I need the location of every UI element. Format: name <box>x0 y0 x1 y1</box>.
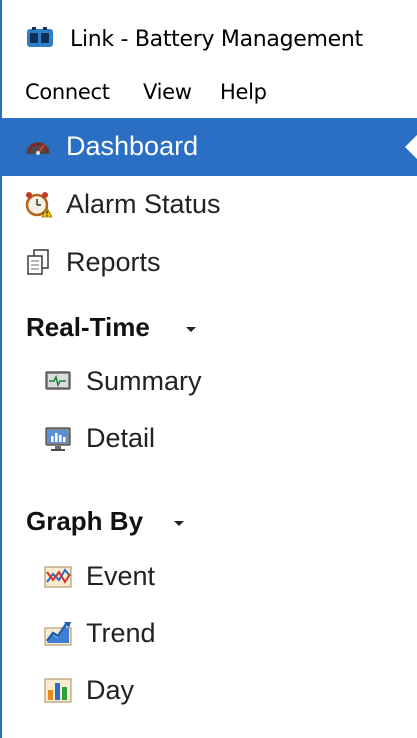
active-indicator <box>405 135 417 159</box>
sidebar-item-dashboard[interactable]: Dashboard <box>2 118 417 176</box>
section-header-label: Graph By <box>26 506 144 536</box>
monitor-waveform-icon <box>45 371 71 390</box>
sidebar-item-label: Reports <box>66 247 161 277</box>
documents-icon <box>27 249 49 275</box>
app-window: Link - Battery Management Connect View H… <box>0 0 417 738</box>
sidebar-item-event[interactable]: Event <box>2 548 417 606</box>
sidebar-item-label: Detail <box>86 423 156 453</box>
menu-bar: Connect View Help <box>2 68 417 116</box>
sidebar-nav: Dashboard Alarm Status Reports Real-Time… <box>2 118 417 738</box>
title-bar[interactable]: Link - Battery Management <box>2 0 417 68</box>
alarm-clock-icon <box>25 192 52 218</box>
sidebar-item-label: Dashboard <box>66 131 199 161</box>
section-header-realtime[interactable]: Real-Time <box>2 302 417 352</box>
sidebar-item-label: Alarm Status <box>66 189 221 219</box>
sidebar-item-label: Day <box>86 675 135 705</box>
monitor-chart-icon <box>45 427 71 451</box>
battery-app-icon <box>27 27 53 47</box>
menu-connect[interactable]: Connect <box>25 80 110 104</box>
chevron-down-icon <box>174 521 184 526</box>
sidebar-item-trend[interactable]: Trend <box>2 605 417 663</box>
sidebar-item-label: Trend <box>86 618 156 648</box>
sidebar-item-detail[interactable]: Detail <box>2 410 417 468</box>
sidebar-item-summary[interactable]: Summary <box>2 353 417 411</box>
bar-chart-icon <box>44 678 72 703</box>
window-title: Link - Battery Management <box>70 27 363 52</box>
speedometer-icon <box>26 142 50 155</box>
chevron-down-icon <box>186 327 196 332</box>
section-header-graph-by[interactable]: Graph By <box>2 496 417 546</box>
menu-help[interactable]: Help <box>220 80 267 104</box>
sidebar-item-label: Summary <box>86 366 202 396</box>
section-header-label: Real-Time <box>26 312 150 342</box>
sidebar-item-reports[interactable]: Reports <box>2 234 417 292</box>
trend-graph-icon <box>44 622 72 646</box>
sidebar-item-label: Event <box>86 561 156 591</box>
event-graph-icon <box>44 566 72 588</box>
menu-view[interactable]: View <box>143 80 192 104</box>
sidebar-item-alarm-status[interactable]: Alarm Status <box>2 176 417 234</box>
sidebar-item-day[interactable]: Day <box>2 662 417 720</box>
